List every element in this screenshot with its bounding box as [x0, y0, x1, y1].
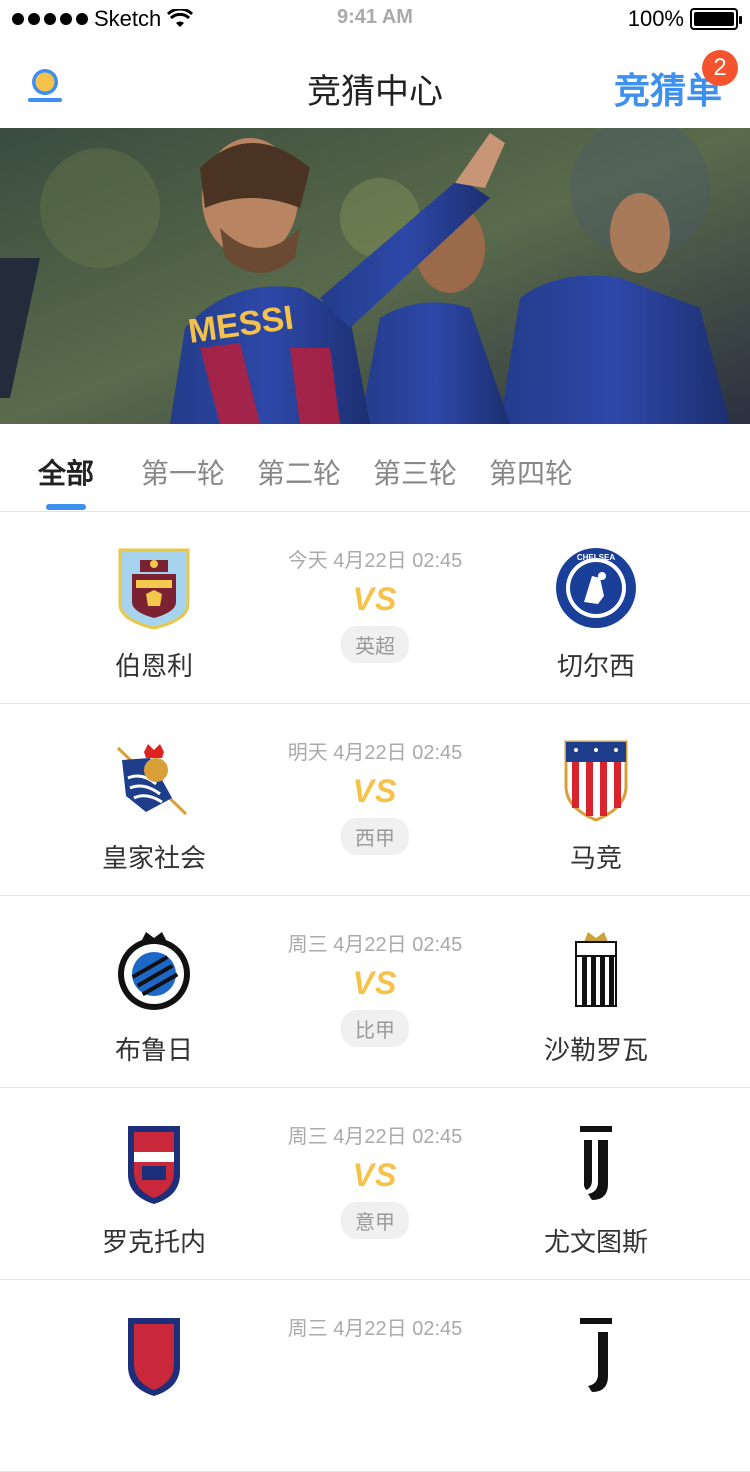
real-sociedad-crest-icon: [116, 744, 188, 816]
home-team: 伯恩利: [54, 546, 254, 683]
status-bar: Sketch 9:41 AM 100%: [0, 0, 750, 40]
match-time: 今天 4月22日 02:45: [287, 550, 463, 572]
nav-bar: 竞猜中心 竞猜单 2: [0, 40, 750, 128]
vs-label: VS: [352, 581, 398, 617]
club-brugge-crest-icon: [118, 932, 190, 1010]
battery-label: 100%: [627, 6, 684, 31]
home-team-name: 伯恩利: [114, 651, 193, 681]
svg-text:CHELSEA: CHELSEA: [577, 553, 615, 562]
match-time: 周三 4月22日 02:45: [287, 1126, 463, 1148]
league-tag: 意甲: [341, 1202, 409, 1239]
match-info: 明天 4月22日 02:45 VS 西甲: [250, 736, 500, 855]
match-time: 周三 4月22日 02:45: [287, 934, 463, 956]
vs-label: VS: [352, 773, 398, 809]
vs-label: VS: [352, 965, 398, 1001]
hero-banner[interactable]: MESSI: [0, 128, 750, 424]
away-team: 尤文图斯: [496, 1122, 696, 1259]
tab-round-2[interactable]: 第二轮: [257, 452, 341, 492]
home-team: [54, 1314, 254, 1398]
home-team: 皇家社会: [54, 738, 254, 875]
away-team-name: 沙勒罗瓦: [543, 1035, 648, 1065]
atletico-crest-icon: [564, 740, 628, 822]
match-card[interactable]: 周三 4月22日 02:45: [0, 1280, 750, 1472]
tab-round-4[interactable]: 第四轮: [489, 452, 573, 492]
away-team-name: 尤文图斯: [543, 1227, 648, 1257]
match-card[interactable]: 伯恩利 今天 4月22日 02:45 VS 英超 CHELSEA 切尔西: [0, 512, 750, 704]
charleroi-crest-icon: [575, 932, 617, 1007]
burnley-crest-icon: [118, 548, 190, 630]
banner-image: MESSI: [0, 128, 750, 424]
away-team: 马竞: [496, 738, 696, 875]
tab-round-1[interactable]: 第一轮: [141, 452, 225, 492]
match-card[interactable]: 罗克托内 周三 4月22日 02:45 VS 意甲 尤文图斯: [0, 1088, 750, 1280]
away-team: CHELSEA 切尔西: [496, 546, 696, 683]
match-card[interactable]: 皇家社会 明天 4月22日 02:45 VS 西甲 马竞: [0, 704, 750, 896]
league-tag: 英超: [341, 626, 409, 663]
match-time: 周三 4月22日 02:45: [287, 1318, 463, 1340]
crotone-crest-icon: [128, 1318, 180, 1396]
round-tabs: 全部 第一轮 第二轮 第三轮 第四轮: [0, 424, 750, 512]
juventus-crest-icon: [580, 1318, 612, 1392]
league-tag: 比甲: [341, 1010, 409, 1047]
match-info: 周三 4月22日 02:45: [250, 1312, 500, 1341]
bet-slip-count-badge: 2: [702, 50, 738, 86]
away-team: [496, 1314, 696, 1398]
juventus-crest-icon: [580, 1126, 612, 1200]
home-team-name: 皇家社会: [101, 843, 206, 873]
home-team-name: 布鲁日: [114, 1035, 193, 1065]
home-team: 罗克托内: [54, 1122, 254, 1259]
chelsea-crest-icon: CHELSEA: [556, 548, 636, 628]
match-info: 今天 4月22日 02:45 VS 英超: [250, 544, 500, 663]
away-team: 沙勒罗瓦: [496, 930, 696, 1067]
league-tag: 西甲: [341, 818, 409, 855]
match-card[interactable]: 布鲁日 周三 4月22日 02:45 VS 比甲 沙勒罗瓦: [0, 896, 750, 1088]
home-team: 布鲁日: [54, 930, 254, 1067]
match-info: 周三 4月22日 02:45 VS 比甲: [250, 928, 500, 1047]
match-info: 周三 4月22日 02:45 VS 意甲: [250, 1120, 500, 1239]
battery-icon: [690, 8, 742, 30]
crotone-crest-icon: [128, 1126, 180, 1204]
active-tab-indicator: [46, 504, 86, 510]
away-team-name: 马竞: [569, 843, 622, 873]
status-right: 100%: [627, 6, 742, 32]
tab-round-3[interactable]: 第三轮: [373, 452, 457, 492]
home-team-name: 罗克托内: [101, 1227, 206, 1257]
match-list: 伯恩利 今天 4月22日 02:45 VS 英超 CHELSEA 切尔西 皇家社…: [0, 512, 750, 1472]
away-team-name: 切尔西: [556, 651, 635, 681]
match-time: 明天 4月22日 02:45: [287, 742, 463, 764]
tab-all[interactable]: 全部: [38, 452, 94, 492]
vs-label: VS: [352, 1157, 398, 1193]
